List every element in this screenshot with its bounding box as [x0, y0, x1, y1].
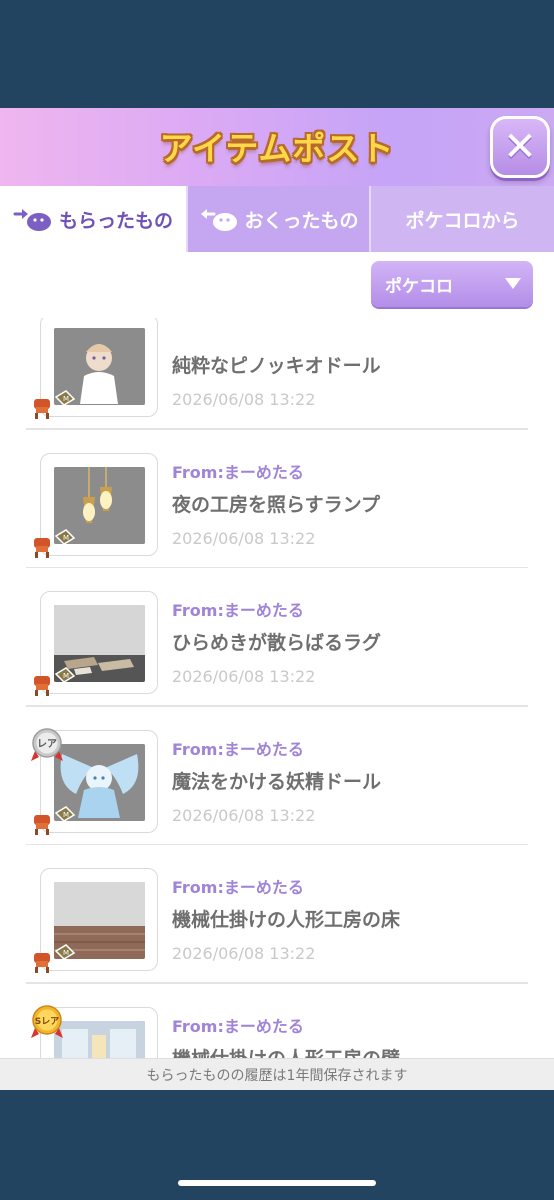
history-retention-note: もらったものの履歴は1年間保存されます [0, 1058, 554, 1090]
item-date: 2026/06/08 13:22 [172, 944, 316, 963]
list-item[interactable]: Sレア From:まーめたる 機械仕掛けの人形工房の壁 [0, 984, 554, 1059]
svg-text:M: M [63, 949, 69, 957]
furniture-icon: M [30, 387, 76, 421]
tab-received-label: もらったもの [58, 209, 173, 232]
svg-text:M: M [63, 811, 69, 819]
source-filter-dropdown[interactable]: ポケコロ [371, 261, 533, 307]
received-icon [13, 205, 53, 233]
item-date: 2026/06/08 13:22 [172, 667, 316, 686]
list-item[interactable]: M From:まーめたる 機械仕掛けの人形工房の床 2026/06/08 13:… [0, 845, 554, 984]
furniture-icon: M [30, 941, 76, 975]
filter-selected-value: ポケコロ [385, 276, 453, 297]
svg-text:M: M [63, 534, 69, 542]
tab-bar: もらったもの おくったもの ポケコロから [0, 186, 554, 252]
item-name: 機械仕掛けの人形工房の床 [172, 909, 401, 931]
svg-text:M: M [63, 395, 69, 403]
tab-pokecolo-label: ポケコロから [405, 209, 520, 232]
rare-badge-icon: レア [29, 727, 65, 763]
item-post-panel: アイテムポスト ✕ もらったもの おくったもの ポケコロから ポケコロ M 純粋… [0, 108, 554, 1090]
rarity-label: レア [37, 738, 57, 750]
furniture-icon: M [30, 803, 76, 837]
tab-sent-label: おくったもの [244, 209, 359, 232]
item-name: 魔法をかける妖精ドール [172, 770, 382, 793]
tab-sent[interactable]: おくったもの [186, 186, 369, 252]
tab-received[interactable]: もらったもの [0, 186, 186, 252]
item-date: 2026/06/08 13:22 [172, 528, 316, 548]
item-sender: From:まーめたる [172, 462, 304, 482]
item-sender: From:まーめたる [172, 601, 304, 620]
item-name: 純粋なピノッキオドール [172, 355, 381, 377]
received-items-list[interactable]: M 純粋なピノッキオドール 2026/06/08 13:22 M From:まー… [0, 318, 554, 1058]
item-name: 夜の工房を照らすランプ [172, 493, 381, 516]
header-bar: アイテムポスト ✕ [0, 108, 554, 186]
furniture-icon: M [30, 664, 76, 698]
item-sender: From:まーめたる [172, 878, 304, 897]
item-date: 2026/06/08 13:22 [172, 805, 316, 825]
super-rare-badge-icon: Sレア [29, 1004, 65, 1040]
rarity-label: Sレア [35, 1016, 59, 1027]
item-sender: From:まーめたる [172, 739, 304, 759]
item-image [54, 1020, 145, 1058]
svg-text:M: M [63, 672, 69, 680]
furniture-icon: M [30, 526, 76, 560]
tab-pokecolo[interactable]: ポケコロから [369, 186, 554, 252]
sent-icon [198, 205, 238, 233]
page-title: アイテムポスト [159, 129, 395, 168]
list-item[interactable]: M 純粋なピノッキオドール 2026/06/08 13:22 [0, 318, 554, 430]
close-button[interactable]: ✕ [490, 116, 550, 178]
list-item[interactable]: レア M From:まーめたる 魔法をかける妖精ドール 2026/06/08 1… [0, 707, 554, 845]
item-name: 機械仕掛けの人形工房の壁 [172, 1044, 400, 1059]
home-indicator[interactable] [178, 1180, 376, 1186]
chevron-down-icon [505, 278, 521, 289]
list-item[interactable]: M From:まーめたる 夜の工房を照らすランプ 2026/06/08 13:2… [0, 430, 554, 568]
item-name: ひらめきが散らばるラグ [172, 632, 382, 654]
list-item[interactable]: M From:まーめたる ひらめきが散らばるラグ 2026/06/08 13:2… [0, 568, 554, 707]
item-date: 2026/06/08 13:22 [172, 390, 316, 409]
item-sender: From:まーめたる [172, 1016, 304, 1036]
close-icon: ✕ [503, 124, 537, 170]
